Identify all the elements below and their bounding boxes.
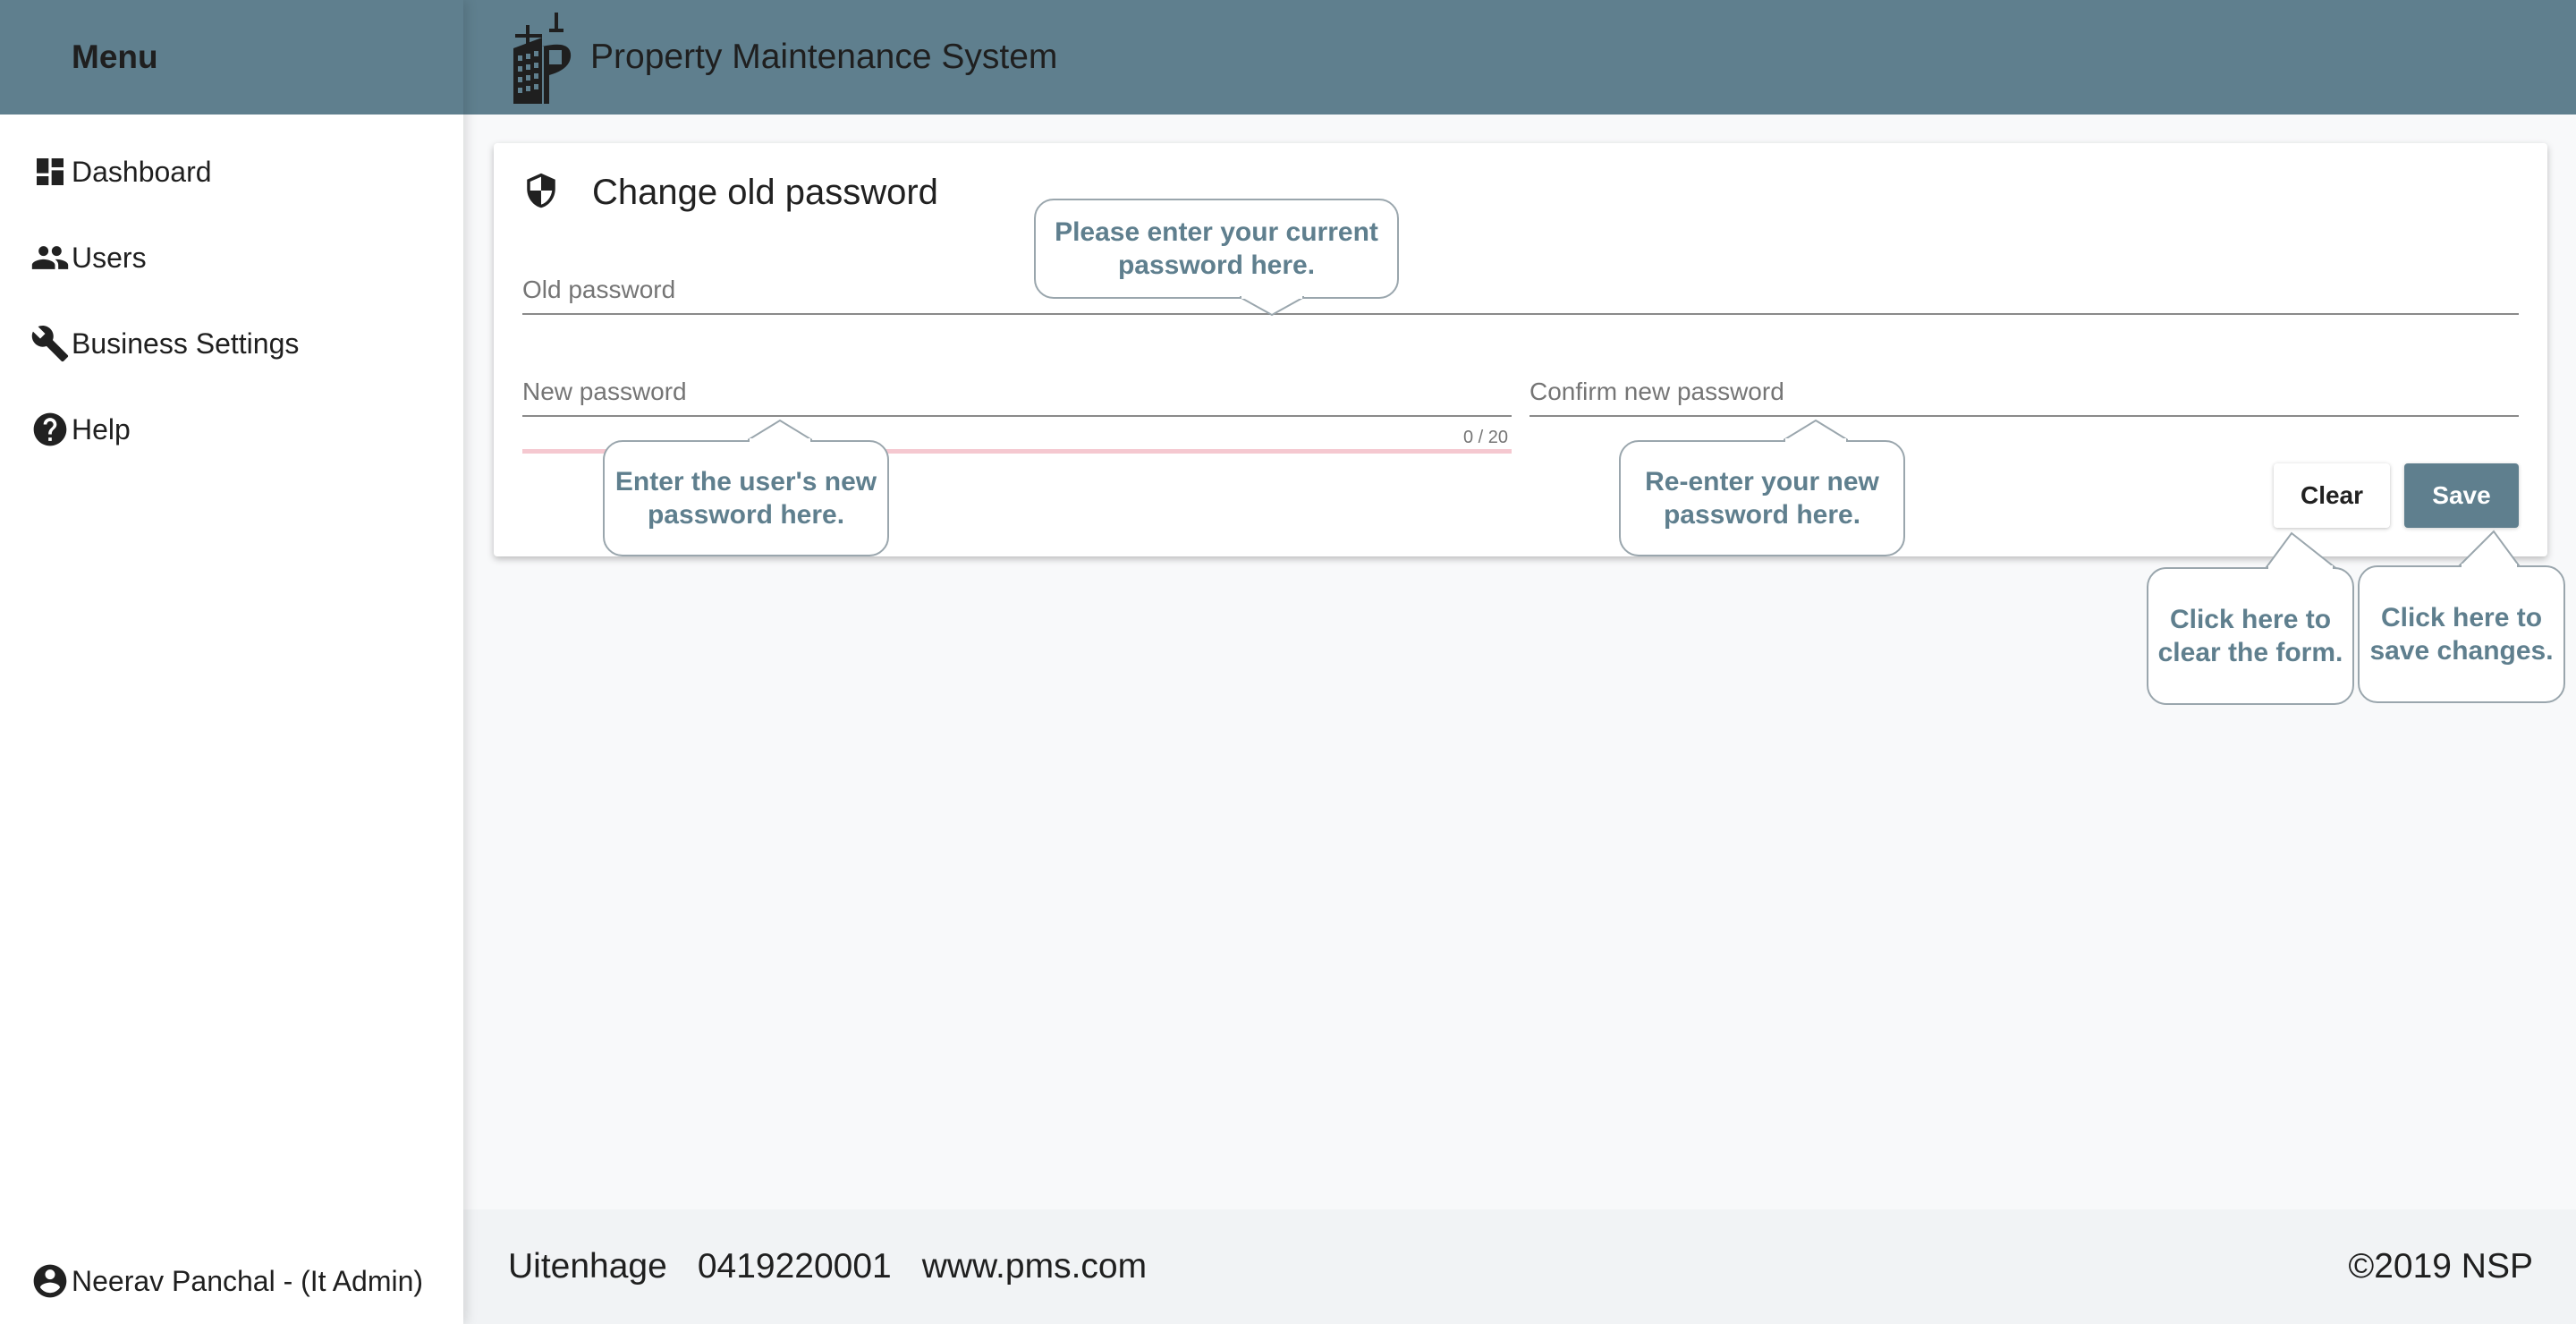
tooltip-save: Click here to save changes. — [2358, 565, 2565, 703]
sidebar-item-users[interactable]: Users — [0, 215, 463, 301]
sidebar-item-help[interactable]: Help — [0, 386, 463, 472]
save-button[interactable]: Save — [2404, 463, 2519, 528]
clear-button[interactable]: Clear — [2274, 463, 2390, 528]
confirm-password-input[interactable] — [1530, 372, 2519, 413]
shield-icon — [522, 170, 560, 216]
new-password-field[interactable]: New password — [522, 370, 1512, 419]
tooltip-old-password: Please enter your current password here. — [1034, 199, 1399, 299]
old-password-underline — [522, 313, 2519, 315]
tooltip-confirm-password-pointer — [1784, 419, 1848, 442]
user-name: Neerav Panchal - (It Admin) — [72, 1264, 424, 1297]
footer-city: Uitenhage — [508, 1247, 667, 1286]
sidebar-item-business-settings[interactable]: Business Settings — [0, 301, 463, 386]
dashboard-icon — [30, 152, 70, 191]
app-title: Property Maintenance System — [590, 38, 1058, 76]
tooltip-new-password-pointer — [748, 419, 812, 442]
top-bar: Property Maintenance System — [463, 0, 2576, 115]
footer-copyright: ©2019 NSP — [2348, 1247, 2533, 1286]
sidebar: Menu Dashboard Users Business Settings H… — [0, 0, 463, 1324]
tooltip-confirm-password: Re-enter your new password here. — [1619, 440, 1905, 556]
page-footer: Uitenhage 0419220001 www.pms.com ©2019 N… — [463, 1209, 2576, 1324]
old-password-input[interactable] — [522, 270, 2519, 311]
character-counter: 0 / 20 — [1463, 428, 1509, 447]
menu-title: Menu — [72, 38, 158, 75]
old-password-field[interactable]: Old password — [522, 268, 2519, 317]
tooltip-save-pointer — [2458, 530, 2521, 567]
sidebar-item-label: Business Settings — [72, 327, 300, 360]
card-title: Change old password — [592, 173, 938, 212]
footer-website[interactable]: www.pms.com — [922, 1247, 1147, 1286]
tooltip-old-password-pointer — [1240, 295, 1304, 317]
user-profile[interactable]: Neerav Panchal - (It Admin) — [0, 1238, 463, 1324]
confirm-password-field[interactable]: Confirm new password — [1530, 370, 2519, 419]
users-icon — [30, 238, 70, 277]
wrench-icon — [30, 324, 70, 363]
tooltip-new-password: Enter the user's new password here. — [603, 440, 889, 556]
sidebar-header: Menu — [0, 0, 463, 115]
tooltip-clear-pointer — [2265, 531, 2336, 569]
new-password-underline — [522, 415, 1512, 417]
confirm-password-underline — [1530, 415, 2519, 417]
account-circle-icon — [30, 1261, 70, 1301]
new-password-input[interactable] — [522, 372, 1512, 413]
card-header: Change old password — [522, 170, 938, 216]
sidebar-item-dashboard[interactable]: Dashboard — [0, 129, 463, 215]
sidebar-item-label: Users — [72, 241, 147, 274]
tooltip-clear: Click here to clear the form. — [2147, 567, 2354, 705]
sidebar-item-label: Dashboard — [72, 155, 212, 188]
building-logo-icon — [510, 11, 578, 104]
footer-phone: 0419220001 — [697, 1247, 892, 1286]
help-icon — [30, 410, 70, 449]
sidebar-item-label: Help — [72, 412, 131, 446]
